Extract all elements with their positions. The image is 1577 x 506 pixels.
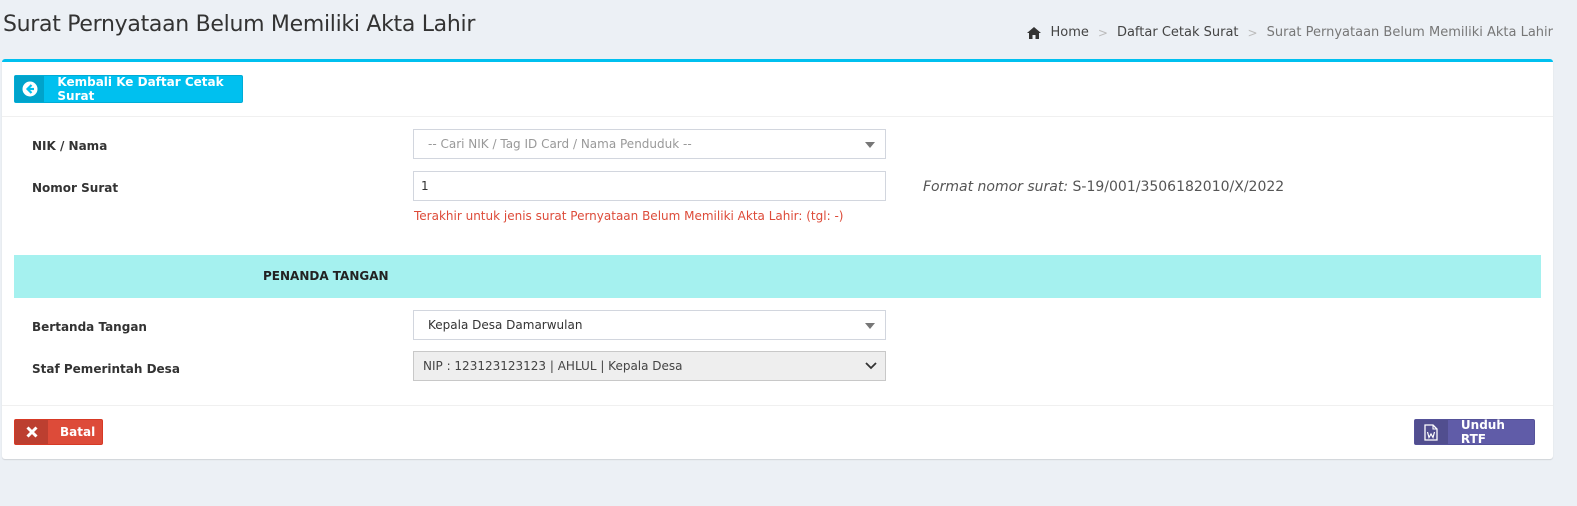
nik-label: NIK / Nama xyxy=(32,139,108,153)
signer-section-header: PENANDA TANGAN xyxy=(14,255,1541,298)
format-label: Format nomor surat: xyxy=(923,179,1069,195)
chevron-down-icon xyxy=(865,362,877,370)
staf-pemerintah-label: Staf Pemerintah Desa xyxy=(32,362,180,376)
format-nomor-surat: Format nomor surat: S-19/001/3506182010/… xyxy=(923,179,1284,195)
breadcrumb-daftar-cetak-surat[interactable]: Daftar Cetak Surat xyxy=(1117,25,1239,40)
caret-down-icon xyxy=(865,142,875,148)
box-footer xyxy=(2,405,1553,460)
breadcrumb-home[interactable]: Home xyxy=(1051,25,1089,40)
nomor-surat-label: Nomor Surat xyxy=(32,181,119,195)
page-title: Surat Pernyataan Belum Memiliki Akta Lah… xyxy=(3,12,476,37)
staf-pemerintah-select[interactable]: NIP : 123123123123 | AHLUL | Kepala Desa xyxy=(413,351,886,381)
nomor-surat-help: Terakhir untuk jenis surat Pernyataan Be… xyxy=(414,209,844,223)
form-box: Kembali Ke Daftar Cetak Surat NIK / Nama… xyxy=(2,59,1553,459)
breadcrumb-current: Surat Pernyataan Belum Memiliki Akta Lah… xyxy=(1266,25,1553,40)
box-header: Kembali Ke Daftar Cetak Surat xyxy=(2,62,1553,117)
download-rtf-label: Unduh RTF xyxy=(1460,418,1505,446)
cancel-button[interactable]: Batal xyxy=(14,419,103,445)
nik-select[interactable]: -- Cari NIK / Tag ID Card / Nama Pendudu… xyxy=(413,129,886,159)
download-rtf-button[interactable]: Unduh RTF xyxy=(1414,418,1535,446)
breadcrumb-separator: > xyxy=(1097,25,1108,40)
bertanda-tangan-label: Bertanda Tangan xyxy=(32,320,147,334)
nik-select-placeholder: -- Cari NIK / Tag ID Card / Nama Pendudu… xyxy=(428,137,692,151)
word-file-icon xyxy=(1415,420,1448,444)
signer-section-title: PENANDA TANGAN xyxy=(263,269,389,283)
close-icon xyxy=(15,420,48,444)
cancel-button-label: Batal xyxy=(60,425,96,439)
arrow-circle-left-icon xyxy=(15,76,45,102)
back-to-list-button[interactable]: Kembali Ke Daftar Cetak Surat xyxy=(14,75,243,103)
staf-pemerintah-value: NIP : 123123123123 | AHLUL | Kepala Desa xyxy=(423,359,683,373)
nomor-surat-input[interactable]: 1 xyxy=(413,171,886,201)
caret-down-icon xyxy=(865,323,875,329)
home-icon xyxy=(1026,26,1041,39)
format-value: S-19/001/3506182010/X/2022 xyxy=(1072,179,1285,195)
back-button-label: Kembali Ke Daftar Cetak Surat xyxy=(57,75,224,103)
breadcrumb: Home > Daftar Cetak Surat > Surat Pernya… xyxy=(1026,25,1553,40)
bertanda-tangan-value: Kepala Desa Damarwulan xyxy=(428,318,583,332)
bertanda-tangan-select[interactable]: Kepala Desa Damarwulan xyxy=(413,310,886,340)
breadcrumb-separator: > xyxy=(1247,25,1258,40)
